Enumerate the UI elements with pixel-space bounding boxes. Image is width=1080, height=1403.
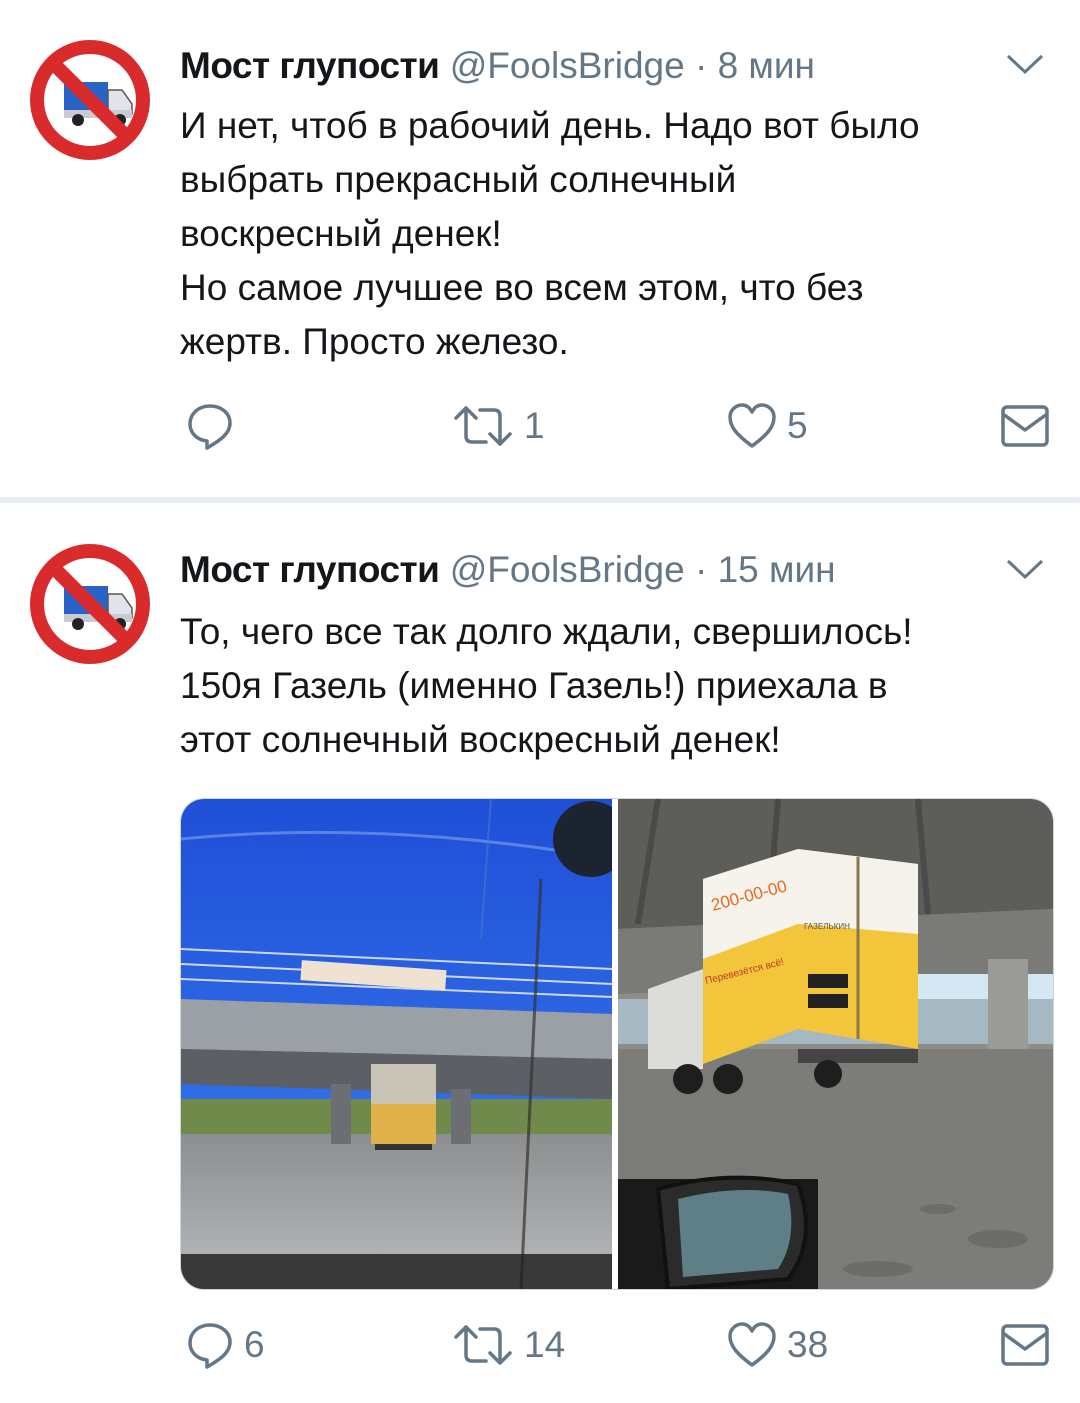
tweet-header: Мост глупости @FoolsBridge · 8 мин [180,44,815,88]
author-name[interactable]: Мост глупости [180,45,440,86]
like-button[interactable]: 5 [727,402,808,450]
envelope-icon [1001,1324,1049,1366]
no-truck-avatar-icon [28,542,152,666]
reply-count: 6 [244,1324,265,1365]
retweet-button[interactable]: 1 [452,402,545,450]
tweet-1[interactable]: Мост глупости @FoolsBridge · 8 мин И нет… [0,0,1080,497]
text-line: этот солнечный воскресный денек! [180,719,781,760]
heart-icon [728,1322,776,1367]
message-button[interactable] [1000,1323,1050,1367]
photo-truck[interactable]: 200-00-00 Перевезётся всё! ГАЗЕЛЬКИН [618,799,1053,1289]
timestamp[interactable]: 15 мин [718,549,836,590]
tweet-actions: 1 5 [0,398,1080,454]
tweet-text: И нет, чтоб в рабочий день. Надо вот был… [180,99,1060,369]
photo-windshield[interactable] [181,799,612,1289]
retweet-arrows-icon [454,406,512,446]
heart-icon [728,403,776,448]
text-line: 150я Газель (именно Газель!) приехала в [180,665,888,706]
speech-bubble-icon [188,404,232,450]
tweet-header: Мост глупости @FoolsBridge · 15 мин [180,548,836,592]
tweet-actions: 6 14 38 [0,1317,1080,1373]
text-line: выбрать прекрасный солнечный [180,159,737,200]
no-truck-avatar-icon [28,38,152,162]
text-line: То, чего все так долго ждали, свершилось… [180,611,913,652]
tweet-media[interactable]: 200-00-00 Перевезётся всё! ГАЗЕЛЬКИН [180,798,1054,1290]
text-line: Но самое лучшее во всем этом, что без [180,267,864,308]
retweet-button[interactable]: 14 [452,1321,565,1369]
retweet-count: 1 [524,405,545,446]
author-handle[interactable]: @FoolsBridge [450,45,685,86]
retweet-arrows-icon [454,1325,512,1365]
like-button[interactable]: 38 [727,1321,828,1369]
speech-bubble-icon [188,1323,232,1369]
message-button[interactable] [1000,404,1050,448]
text-line: воскресный денек! [180,213,502,254]
like-count: 38 [787,1324,829,1365]
text-line: жертв. Просто железо. [180,321,569,362]
author-handle[interactable]: @FoolsBridge [450,549,685,590]
truck-brand: ГАЗЕЛЬКИН [804,922,850,931]
reply-button[interactable]: 6 [186,1321,265,1369]
tweet-text: То, чего все так долго ждали, свершилось… [180,605,1060,767]
separator: · [694,45,708,86]
reply-button[interactable] [186,402,244,450]
like-count: 5 [787,405,808,446]
avatar[interactable] [28,38,152,162]
chevron-down-icon[interactable] [1005,557,1045,581]
avatar[interactable] [28,542,152,666]
photo-truck-under-bridge: 200-00-00 Перевезётся всё! ГАЗЕЛЬКИН [618,799,1053,1289]
timestamp[interactable]: 8 мин [718,45,815,86]
photo-bridge-through-windshield [181,799,612,1289]
retweet-count: 14 [524,1324,566,1365]
text-line: И нет, чтоб в рабочий день. Надо вот был… [180,105,920,146]
chevron-down-icon[interactable] [1005,52,1045,76]
separator: · [694,549,708,590]
envelope-icon [1001,405,1049,447]
author-name[interactable]: Мост глупости [180,549,440,590]
